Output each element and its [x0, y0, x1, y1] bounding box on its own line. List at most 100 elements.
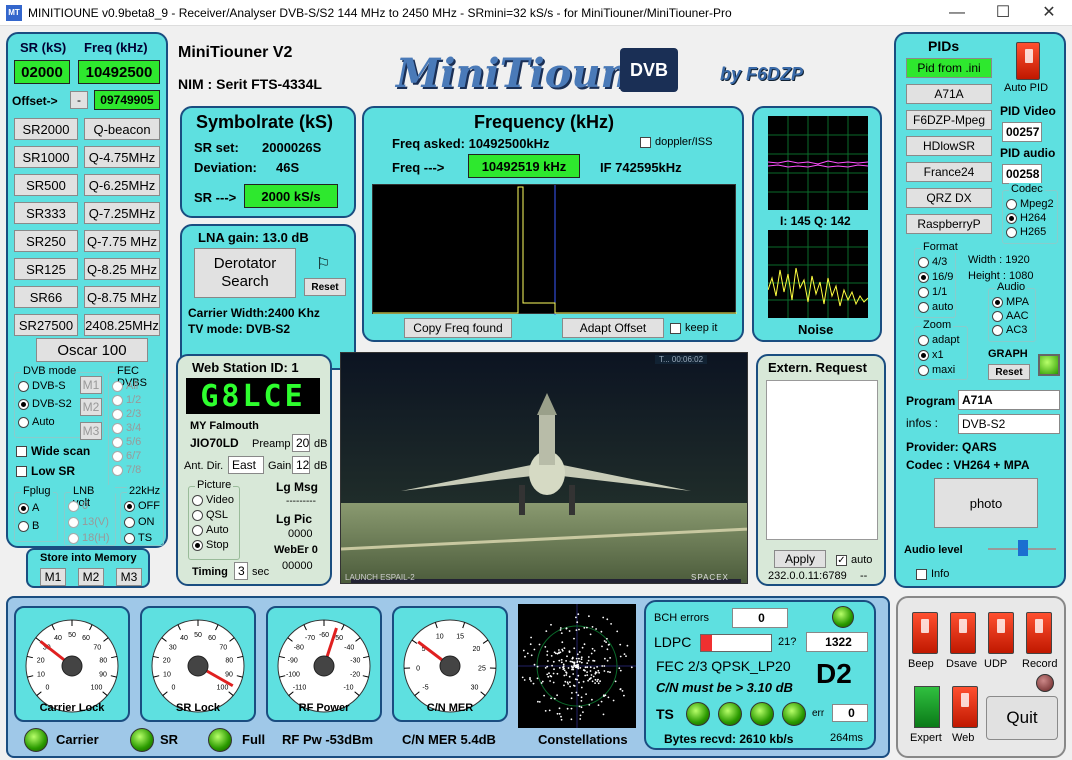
fec-radio-4[interactable]: 5/6: [112, 436, 141, 448]
audio-level-thumb[interactable]: [1018, 540, 1028, 556]
store-m3-button[interactable]: M3: [116, 568, 142, 586]
low-sr-checkbox[interactable]: Low SR: [16, 464, 75, 478]
pid-audio-input[interactable]: 00258: [1002, 164, 1042, 184]
auto-pid-switch[interactable]: [1016, 42, 1040, 80]
sr-value-display[interactable]: 02000: [14, 60, 70, 84]
sr-preset-button-2[interactable]: SR500: [14, 174, 78, 196]
keep-it-checkbox[interactable]: keep it: [670, 322, 717, 334]
web-switch[interactable]: [952, 686, 978, 728]
sr-preset-button-3[interactable]: SR333: [14, 202, 78, 224]
doppler-checkbox[interactable]: doppler/ISS: [640, 136, 712, 148]
preamp-input[interactable]: 20: [292, 434, 310, 452]
apply-button[interactable]: Apply: [774, 550, 826, 568]
program-input[interactable]: A71A: [958, 390, 1060, 410]
fec-radio-0[interactable]: All: [112, 380, 138, 392]
22khz-off-radio[interactable]: OFF: [124, 500, 160, 512]
sr-preset-button-0[interactable]: SR2000: [14, 118, 78, 140]
gain-input[interactable]: 12: [292, 456, 310, 474]
copy-freq-button[interactable]: Copy Freq found: [404, 318, 512, 338]
zoom-radio-1[interactable]: x1: [918, 349, 944, 361]
audio-radio-1[interactable]: AAC: [992, 310, 1029, 322]
ant-dir-input[interactable]: East: [228, 456, 264, 474]
lnb-18-radio[interactable]: 18(H): [68, 532, 110, 544]
maximize-button[interactable]: ☐: [980, 0, 1026, 26]
dvbmode-dvbs-radio[interactable]: DVB-S: [18, 380, 66, 392]
pid-preset-button-4[interactable]: France24: [906, 162, 992, 182]
derotator-search-button[interactable]: Derotator Search: [194, 248, 296, 298]
codec-radio-0[interactable]: Mpeg2: [1006, 198, 1054, 210]
auto-checkbox[interactable]: ✓ auto: [836, 554, 872, 566]
freq-preset-button-3[interactable]: Q-7.25MHz: [84, 202, 160, 224]
picture-radio-0[interactable]: Video: [192, 494, 234, 506]
freq-value-display[interactable]: 10492500: [78, 60, 160, 84]
format-radio-0[interactable]: 4/3: [918, 256, 947, 268]
expert-switch[interactable]: [914, 686, 940, 728]
codec-radio-1[interactable]: H264: [1006, 212, 1046, 224]
extern-request-list[interactable]: [766, 380, 878, 540]
infos-input[interactable]: DVB-S2: [958, 414, 1060, 434]
fec-radio-3[interactable]: 3/4: [112, 422, 141, 434]
freq-preset-button-4[interactable]: Q-7.75 MHz: [84, 230, 160, 252]
dvbmode-dvbs2-radio[interactable]: DVB-S2: [18, 398, 72, 410]
codec-radio-2[interactable]: H265: [1006, 226, 1046, 238]
format-radio-1[interactable]: 16/9: [918, 271, 953, 283]
close-button[interactable]: ✕: [1026, 0, 1072, 26]
offset-sign-button[interactable]: -: [70, 91, 88, 109]
store-m2-button[interactable]: M2: [78, 568, 104, 586]
audio-radio-2[interactable]: AC3: [992, 324, 1027, 336]
fplug-a-radio[interactable]: A: [18, 502, 39, 514]
sr-preset-button-6[interactable]: SR66: [14, 286, 78, 308]
freq-preset-button-0[interactable]: Q-beacon: [84, 118, 160, 140]
freq-preset-button-5[interactable]: Q-8.25 MHz: [84, 258, 160, 280]
graph-reset-button[interactable]: Reset: [988, 364, 1030, 380]
pid-preset-button-2[interactable]: F6DZP-Mpeg: [906, 110, 992, 130]
switch-dsave[interactable]: [950, 612, 976, 654]
video-display[interactable]: T... 00:06:02 LAUNCH ESPAIL-2 SPACEX: [340, 352, 748, 584]
zoom-radio-0[interactable]: adapt: [918, 334, 960, 346]
offset-value-display[interactable]: 09749905: [94, 90, 160, 110]
switch-record[interactable]: [1026, 612, 1052, 654]
pid-preset-button-1[interactable]: A71A: [906, 84, 992, 104]
picture-radio-1[interactable]: QSL: [192, 509, 228, 521]
timing-input[interactable]: 3: [234, 562, 248, 580]
quit-button[interactable]: Quit: [986, 696, 1058, 740]
mem-m1-button[interactable]: M1: [80, 376, 102, 394]
freq-preset-button-2[interactable]: Q-6.25MHz: [84, 174, 160, 196]
lnb-0-radio[interactable]: 0: [68, 500, 88, 512]
lna-reset-button[interactable]: Reset: [304, 278, 346, 296]
info-checkbox[interactable]: Info: [916, 568, 949, 580]
format-radio-2[interactable]: 1/1: [918, 286, 947, 298]
22khz-on-radio[interactable]: ON: [124, 516, 155, 528]
pid-preset-button-5[interactable]: QRZ DX: [906, 188, 992, 208]
fec-radio-5[interactable]: 6/7: [112, 450, 141, 462]
freq-preset-button-1[interactable]: Q-4.75MHz: [84, 146, 160, 168]
oscar100-button[interactable]: Oscar 100: [36, 338, 148, 362]
pid-preset-button-0[interactable]: Pid from .ini: [906, 58, 992, 78]
sr-preset-button-1[interactable]: SR1000: [14, 146, 78, 168]
pid-preset-button-3[interactable]: HDlowSR: [906, 136, 992, 156]
freq-preset-button-7[interactable]: 2408.25MHz: [84, 314, 160, 336]
minimize-button[interactable]: —: [934, 0, 980, 26]
zoom-radio-2[interactable]: maxi: [918, 364, 955, 376]
sr-preset-button-5[interactable]: SR125: [14, 258, 78, 280]
mem-m3-button[interactable]: M3: [80, 422, 102, 440]
sr-preset-button-7[interactable]: SR27500: [14, 314, 78, 336]
pid-preset-button-6[interactable]: RaspberryP: [906, 214, 992, 234]
pid-video-input[interactable]: 00257: [1002, 122, 1042, 142]
picture-radio-3[interactable]: Stop: [192, 539, 229, 551]
photo-button[interactable]: photo: [934, 478, 1038, 528]
format-radio-3[interactable]: auto: [918, 301, 953, 313]
wide-scan-checkbox[interactable]: Wide scan: [16, 444, 90, 458]
audio-radio-0[interactable]: MPA: [992, 296, 1029, 308]
adapt-offset-button[interactable]: Adapt Offset: [562, 318, 664, 338]
store-m1-button[interactable]: M1: [40, 568, 66, 586]
freq-preset-button-6[interactable]: Q-8.75 MHz: [84, 286, 160, 308]
fec-radio-2[interactable]: 2/3: [112, 408, 141, 420]
sr-preset-button-4[interactable]: SR250: [14, 230, 78, 252]
fec-radio-1[interactable]: 1/2: [112, 394, 141, 406]
spectrum-display[interactable]: [372, 184, 737, 315]
switch-beep[interactable]: [912, 612, 938, 654]
fec-radio-6[interactable]: 7/8: [112, 464, 141, 476]
dvbmode-auto-radio[interactable]: Auto: [18, 416, 55, 428]
picture-radio-2[interactable]: Auto: [192, 524, 229, 536]
